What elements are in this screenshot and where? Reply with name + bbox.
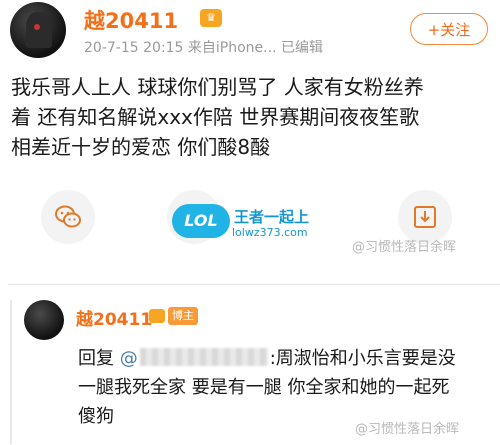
reply-prefix: 回复 <box>78 348 114 369</box>
redacted-username <box>139 348 268 366</box>
reply-line-2: 一腿我死全家 要是有一腿 你全家和她的一起死 <box>78 377 450 398</box>
reply-line-1-tail: :周淑怡和小乐言要是没 <box>269 348 456 369</box>
site-watermark-url: lolwz373.com <box>232 226 308 239</box>
post-body: 我乐哥人上人 球球你们别骂了 人家有女粉丝养 着 还有知名解说xxx作陪 世界赛… <box>11 72 496 162</box>
reply-line-1: 回复 @ :周淑怡和小乐言要是没 <box>78 344 496 373</box>
vip-crown-icon <box>149 309 165 323</box>
post-source: 来自iPhone... <box>187 40 277 56</box>
avatar-figure <box>26 12 52 48</box>
weibo-watermark: @习惯性落日余晖 <box>352 240 457 255</box>
reply-author-name[interactable]: 越20411 <box>76 305 152 330</box>
wechat-share-button[interactable] <box>41 190 95 244</box>
post-line: 相差近十岁的爱恋 你们酸8酸 <box>11 135 271 159</box>
author-badge: 博主 <box>168 307 198 325</box>
vip-crown-icon: ♛ <box>200 9 222 27</box>
mention-link[interactable]: @ <box>120 348 138 369</box>
post-line: 我乐哥人上人 球球你们别骂了 人家有女粉丝养 <box>11 75 424 99</box>
follow-button[interactable]: +关注 <box>410 13 488 45</box>
post-edited: 已编辑 <box>280 40 323 56</box>
post-meta: 20-7-15 20:15 来自iPhone... 已编辑 <box>84 37 323 57</box>
wechat-icon <box>55 205 81 228</box>
save-image-icon <box>414 206 436 228</box>
reply-author-avatar[interactable] <box>24 300 64 340</box>
reply-indent-bar <box>10 300 12 444</box>
site-watermark-name: 王者一起上 <box>234 208 310 226</box>
weibo-watermark: @习惯性落日余晖 <box>355 422 460 437</box>
post-line: 着 还有知名解说xxx作陪 世界赛期间夜夜笙歌 <box>11 105 420 129</box>
site-watermark-logo: LOL <box>172 204 230 238</box>
author-name[interactable]: 越20411 <box>84 5 178 35</box>
avatar-detail <box>34 24 40 30</box>
post-time: 20-7-15 20:15 <box>84 40 184 56</box>
author-avatar[interactable] <box>10 2 66 58</box>
